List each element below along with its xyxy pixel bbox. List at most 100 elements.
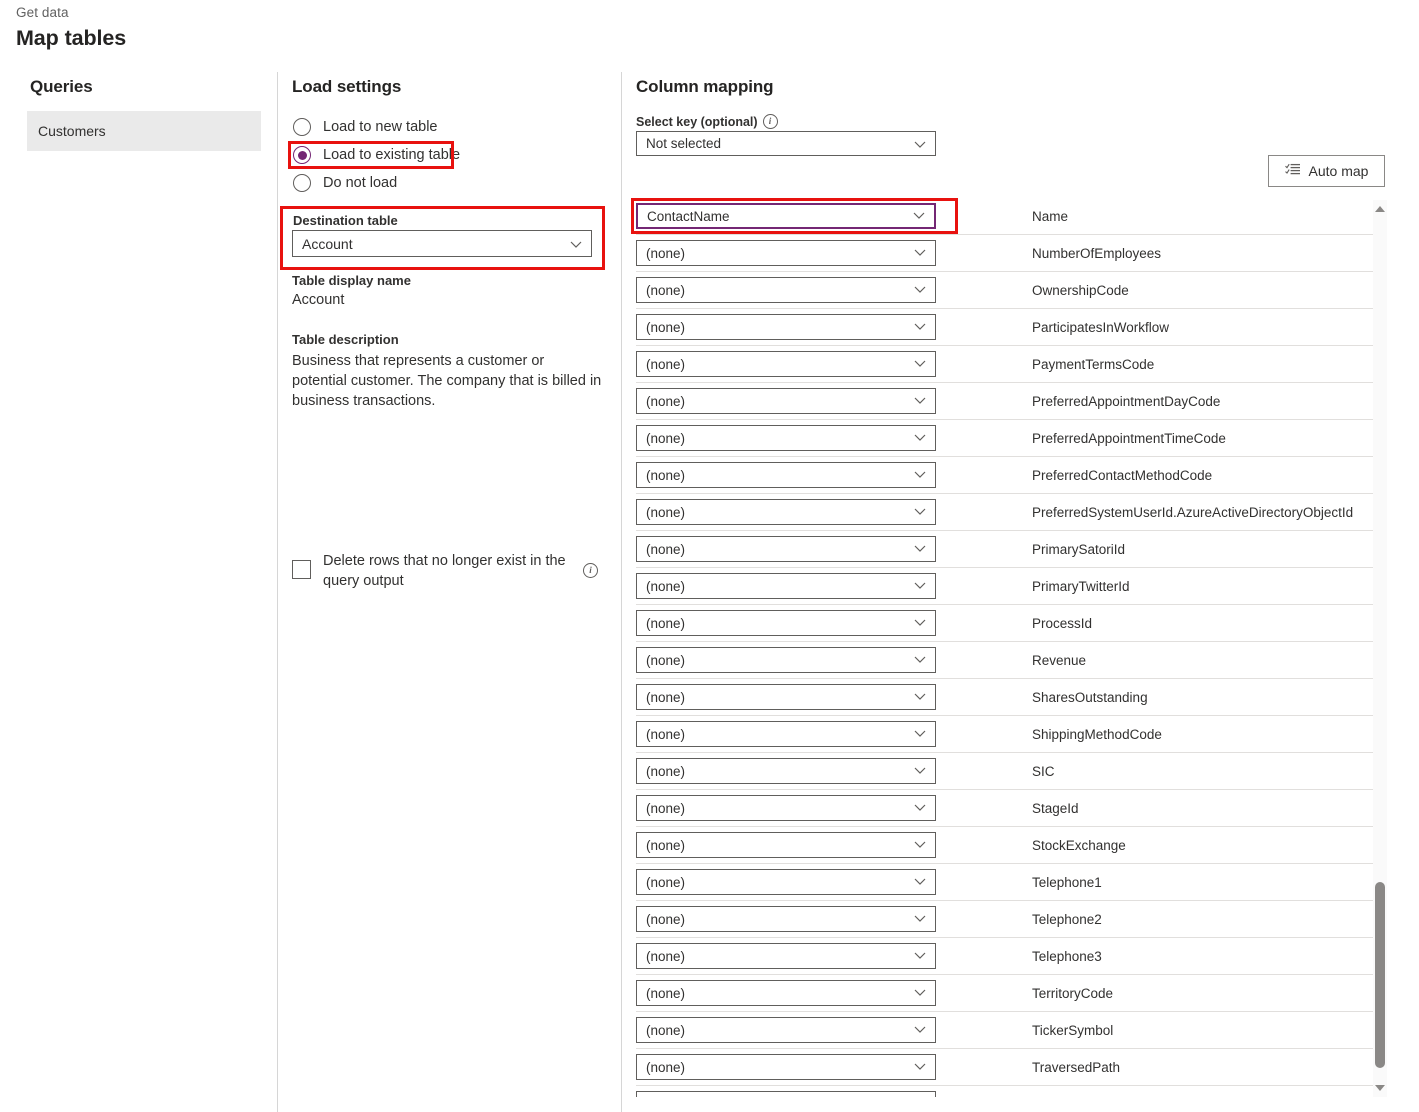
source-column-select[interactable]: (none)	[636, 277, 936, 303]
source-column-value: (none)	[646, 874, 686, 890]
table-row: (none) StageId	[636, 790, 1376, 827]
source-column-select[interactable]: (none)	[636, 943, 936, 969]
chevron-down-icon	[913, 504, 927, 521]
chevron-down-icon	[913, 689, 927, 706]
source-column-select[interactable]: (none)	[636, 388, 936, 414]
mapping-source-cell: (none)	[636, 1017, 936, 1043]
table-row: (none) PreferredAppointmentTimeCode	[636, 420, 1376, 457]
destination-column-name: TickerSymbol	[1032, 1022, 1114, 1038]
mapping-source-cell: (none)	[636, 610, 936, 636]
mapping-source-cell: (none)	[636, 1091, 936, 1097]
source-column-select[interactable]: (none)	[636, 351, 936, 377]
radio-circle-icon	[293, 174, 311, 192]
vertical-scrollbar[interactable]	[1373, 200, 1387, 1097]
source-column-select[interactable]: (none)	[636, 240, 936, 266]
destination-column-name: StockExchange	[1032, 837, 1126, 853]
mapping-source-cell: (none)	[636, 684, 936, 710]
source-column-select[interactable]: ContactName	[636, 203, 936, 229]
mapping-source-cell: (none)	[636, 388, 936, 414]
chevron-down-icon	[913, 393, 927, 410]
source-column-select[interactable]: (none)	[636, 610, 936, 636]
delete-rows-checkbox[interactable]: Delete rows that no longer exist in the …	[292, 551, 602, 591]
scrollbar-thumb[interactable]	[1375, 882, 1385, 1068]
auto-map-label: Auto map	[1308, 163, 1369, 179]
destination-table-select[interactable]: Account	[292, 230, 592, 257]
table-row: (none) Revenue	[636, 642, 1376, 679]
mapping-source-cell: (none)	[636, 721, 936, 747]
source-column-select[interactable]: (none)	[636, 314, 936, 340]
source-column-value: (none)	[646, 763, 686, 779]
destination-table-value: Account	[302, 235, 353, 252]
mapping-source-cell: (none)	[636, 499, 936, 525]
source-column-select[interactable]: (none)	[636, 758, 936, 784]
source-column-select[interactable]: (none)	[636, 573, 936, 599]
source-column-select[interactable]: (none)	[636, 1054, 936, 1080]
source-column-select[interactable]: (none)	[636, 1017, 936, 1043]
destination-column-name: PreferredAppointmentTimeCode	[1032, 430, 1226, 446]
mapping-source-cell: (none)	[636, 240, 936, 266]
table-row: (none) PreferredSystemUserId.AzureActiveD…	[636, 494, 1376, 531]
info-icon[interactable]: i	[762, 114, 778, 129]
scroll-down-arrow-icon[interactable]	[1373, 1081, 1387, 1095]
destination-column-name: PaymentTermsCode	[1032, 356, 1155, 372]
source-column-select[interactable]: (none)	[636, 647, 936, 673]
source-column-select[interactable]: (none)	[636, 684, 936, 710]
destination-column-name: PreferredAppointmentDayCode	[1032, 393, 1221, 409]
mapping-source-cell: (none)	[636, 462, 936, 488]
source-column-select[interactable]: (none)	[636, 832, 936, 858]
source-column-select[interactable]: (none)	[636, 869, 936, 895]
chevron-down-icon	[913, 800, 927, 817]
source-column-select[interactable]: (none)	[636, 795, 936, 821]
source-column-select[interactable]: (none)	[636, 499, 936, 525]
radio-load-to-existing-table[interactable]: Load to existing table	[293, 144, 460, 166]
source-column-value: (none)	[646, 393, 686, 409]
destination-column-name: StageId	[1032, 800, 1079, 816]
source-column-value: (none)	[646, 1022, 686, 1038]
chevron-down-icon	[913, 541, 927, 558]
source-column-select[interactable]: (none)	[636, 425, 936, 451]
source-column-value: (none)	[646, 615, 686, 631]
source-column-select[interactable]: (none)	[636, 462, 936, 488]
mapping-source-cell: (none)	[636, 1054, 936, 1080]
source-column-value: (none)	[646, 985, 686, 1001]
table-row: (none) ProcessId	[636, 605, 1376, 642]
destination-column-name: WebSiteURL	[1032, 1097, 1110, 1098]
select-key-dropdown[interactable]: Not selected	[636, 131, 936, 156]
chevron-down-icon	[913, 430, 927, 447]
source-column-value: (none)	[646, 578, 686, 594]
mapping-source-cell: (none)	[636, 351, 936, 377]
query-item-label: Customers	[38, 123, 106, 139]
mapping-source-cell: (none)	[636, 277, 936, 303]
chevron-down-icon	[913, 356, 927, 373]
destination-column-name: SIC	[1032, 763, 1055, 779]
table-row: (none) Telephone2	[636, 901, 1376, 938]
table-row: (none) PreferredAppointmentDayCode	[636, 383, 1376, 420]
page-title: Map tables	[16, 26, 127, 50]
source-column-value: (none)	[646, 837, 686, 853]
auto-map-button[interactable]: Auto map	[1268, 155, 1385, 187]
auto-map-icon	[1284, 163, 1301, 180]
destination-column-name: TraversedPath	[1032, 1059, 1121, 1075]
table-row: (none) PreferredContactMethodCode	[636, 457, 1376, 494]
source-column-select[interactable]: (none)	[636, 1091, 936, 1097]
source-column-select[interactable]: (none)	[636, 536, 936, 562]
scroll-up-arrow-icon[interactable]	[1373, 202, 1387, 216]
source-column-select[interactable]: (none)	[636, 721, 936, 747]
delete-rows-label: Delete rows that no longer exist in the …	[323, 553, 566, 589]
chevron-down-icon	[913, 1096, 927, 1098]
table-row: (none) StockExchange	[636, 827, 1376, 864]
chevron-down-icon	[912, 208, 926, 225]
sidebar-item-customers[interactable]: Customers	[27, 111, 261, 151]
radio-load-to-new-table[interactable]: Load to new table	[293, 116, 437, 138]
source-column-value: (none)	[646, 726, 686, 742]
source-column-select[interactable]: (none)	[636, 980, 936, 1006]
source-column-value: (none)	[646, 911, 686, 927]
info-icon[interactable]: i	[583, 563, 598, 578]
source-column-value: (none)	[646, 245, 686, 261]
destination-column-name: Telephone2	[1032, 911, 1102, 927]
source-column-select[interactable]: (none)	[636, 906, 936, 932]
source-column-value: (none)	[646, 652, 686, 668]
mapping-source-cell: (none)	[636, 425, 936, 451]
radio-do-not-load[interactable]: Do not load	[293, 172, 397, 194]
checkbox-icon	[292, 560, 311, 579]
